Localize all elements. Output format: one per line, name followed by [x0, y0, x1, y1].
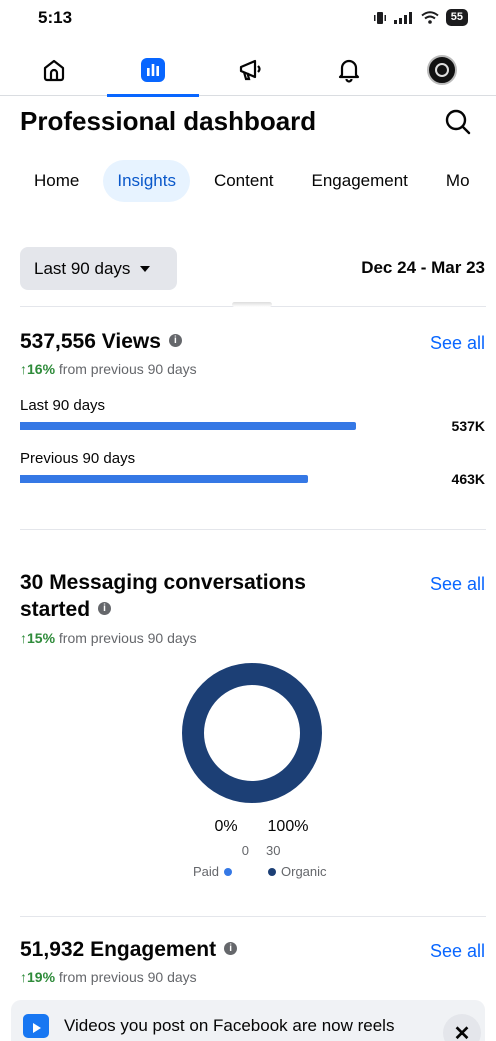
- tab-more[interactable]: Mo: [432, 160, 484, 202]
- dashboard-tabs: Home Insights Content Engagement Mo: [20, 159, 496, 203]
- home-icon: [43, 59, 65, 82]
- views-bar-previous: [20, 475, 420, 483]
- tab-home[interactable]: Home: [20, 160, 93, 202]
- paid-count: 0: [241, 843, 249, 858]
- bar-chart-icon: [141, 58, 165, 82]
- views-delta-pct: ↑16%: [20, 361, 56, 377]
- messaging-title: 30 Messaging conversations started i: [20, 569, 306, 623]
- organic-count: 30: [266, 843, 281, 858]
- signal-icon: [393, 11, 412, 24]
- tab-insights[interactable]: Insights: [103, 160, 190, 202]
- top-nav: [0, 44, 496, 97]
- views-bar-label-current: Last 90 days: [20, 397, 106, 414]
- views-see-all-link[interactable]: See all: [430, 333, 485, 354]
- battery-indicator: 55: [445, 9, 468, 26]
- status-bar: 5:13 55: [0, 0, 496, 44]
- scroll-shadow: [232, 302, 272, 307]
- legend-paid: Paid: [193, 864, 233, 879]
- status-time: 5:13: [38, 8, 73, 27]
- reels-banner: Videos you post on Facebook are now reel…: [11, 1000, 485, 1041]
- engagement-see-all-link[interactable]: See all: [430, 941, 485, 962]
- legend-organic-dot: [268, 867, 276, 876]
- legend-organic: Organic: [268, 864, 327, 879]
- nav-profile[interactable]: [396, 44, 488, 96]
- search-button[interactable]: [442, 106, 474, 138]
- nav-home[interactable]: [8, 44, 100, 96]
- vibrate-icon: [373, 11, 386, 24]
- legend-organic-label: Organic: [281, 864, 327, 879]
- legend-paid-label: Paid: [193, 864, 220, 879]
- info-icon[interactable]: i: [98, 601, 112, 615]
- views-delta-text: from previous 90 days: [55, 361, 197, 377]
- close-icon: ✕: [453, 1022, 471, 1041]
- engagement-delta-text: from previous 90 days: [55, 969, 197, 985]
- avatar: [427, 55, 457, 85]
- engagement-title-text: 51,932 Engagement: [20, 938, 217, 961]
- messaging-delta-text: from previous 90 days: [55, 630, 197, 646]
- views-bar-current: [20, 422, 420, 430]
- engagement-title: 51,932 Engagement i: [20, 936, 238, 963]
- status-icons: 55: [373, 9, 468, 26]
- caret-down-icon: [140, 265, 151, 272]
- messaging-title-line1: 30 Messaging conversations: [20, 571, 306, 594]
- views-bar-label-previous: Previous 90 days: [20, 450, 136, 467]
- wifi-icon: [421, 11, 439, 24]
- views-title: 537,556 Views i: [20, 328, 182, 355]
- megaphone-icon: [239, 59, 261, 81]
- page-title: Professional dashboard: [20, 106, 317, 136]
- date-range-dropdown[interactable]: Last 90 days: [20, 247, 177, 290]
- date-range-text: Dec 24 - Mar 23: [361, 258, 485, 277]
- engagement-delta: ↑19% from previous 90 days: [20, 969, 197, 985]
- divider: [20, 529, 486, 530]
- messaging-see-all-link[interactable]: See all: [430, 574, 485, 595]
- bell-icon: [338, 59, 360, 83]
- search-icon: [445, 109, 471, 135]
- views-bar-value-previous: 463K: [451, 471, 485, 487]
- divider: [20, 916, 486, 917]
- messaging-delta-pct: ↑15%: [20, 630, 56, 646]
- nav-notifications[interactable]: [303, 44, 395, 96]
- nav-ads[interactable]: [205, 44, 297, 96]
- nav-insights[interactable]: [107, 44, 199, 97]
- info-icon[interactable]: i: [168, 333, 182, 347]
- messaging-donut-chart: [182, 663, 322, 803]
- views-bar-fill-current: [20, 422, 356, 430]
- views-delta: ↑16% from previous 90 days: [20, 361, 197, 377]
- messaging-delta: ↑15% from previous 90 days: [20, 630, 197, 646]
- date-range-dropdown-label: Last 90 days: [34, 258, 131, 278]
- info-icon[interactable]: i: [224, 941, 238, 955]
- messaging-title-line2: started: [20, 598, 91, 621]
- banner-text: Videos you post on Facebook are now reel…: [64, 1016, 395, 1035]
- paid-percent: 0%: [214, 818, 238, 835]
- views-title-text: 537,556 Views: [20, 330, 161, 353]
- legend-paid-dot: [224, 867, 233, 876]
- views-bar-value-current: 537K: [451, 418, 485, 434]
- close-banner-button[interactable]: ✕: [443, 1014, 481, 1041]
- donut-organic-segment: [182, 663, 322, 803]
- tab-content[interactable]: Content: [200, 160, 288, 202]
- views-bar-fill-previous: [20, 475, 308, 483]
- reels-icon: [23, 1014, 49, 1038]
- engagement-delta-pct: ↑19%: [20, 969, 56, 985]
- organic-percent: 100%: [267, 818, 309, 835]
- tab-engagement[interactable]: Engagement: [298, 160, 422, 202]
